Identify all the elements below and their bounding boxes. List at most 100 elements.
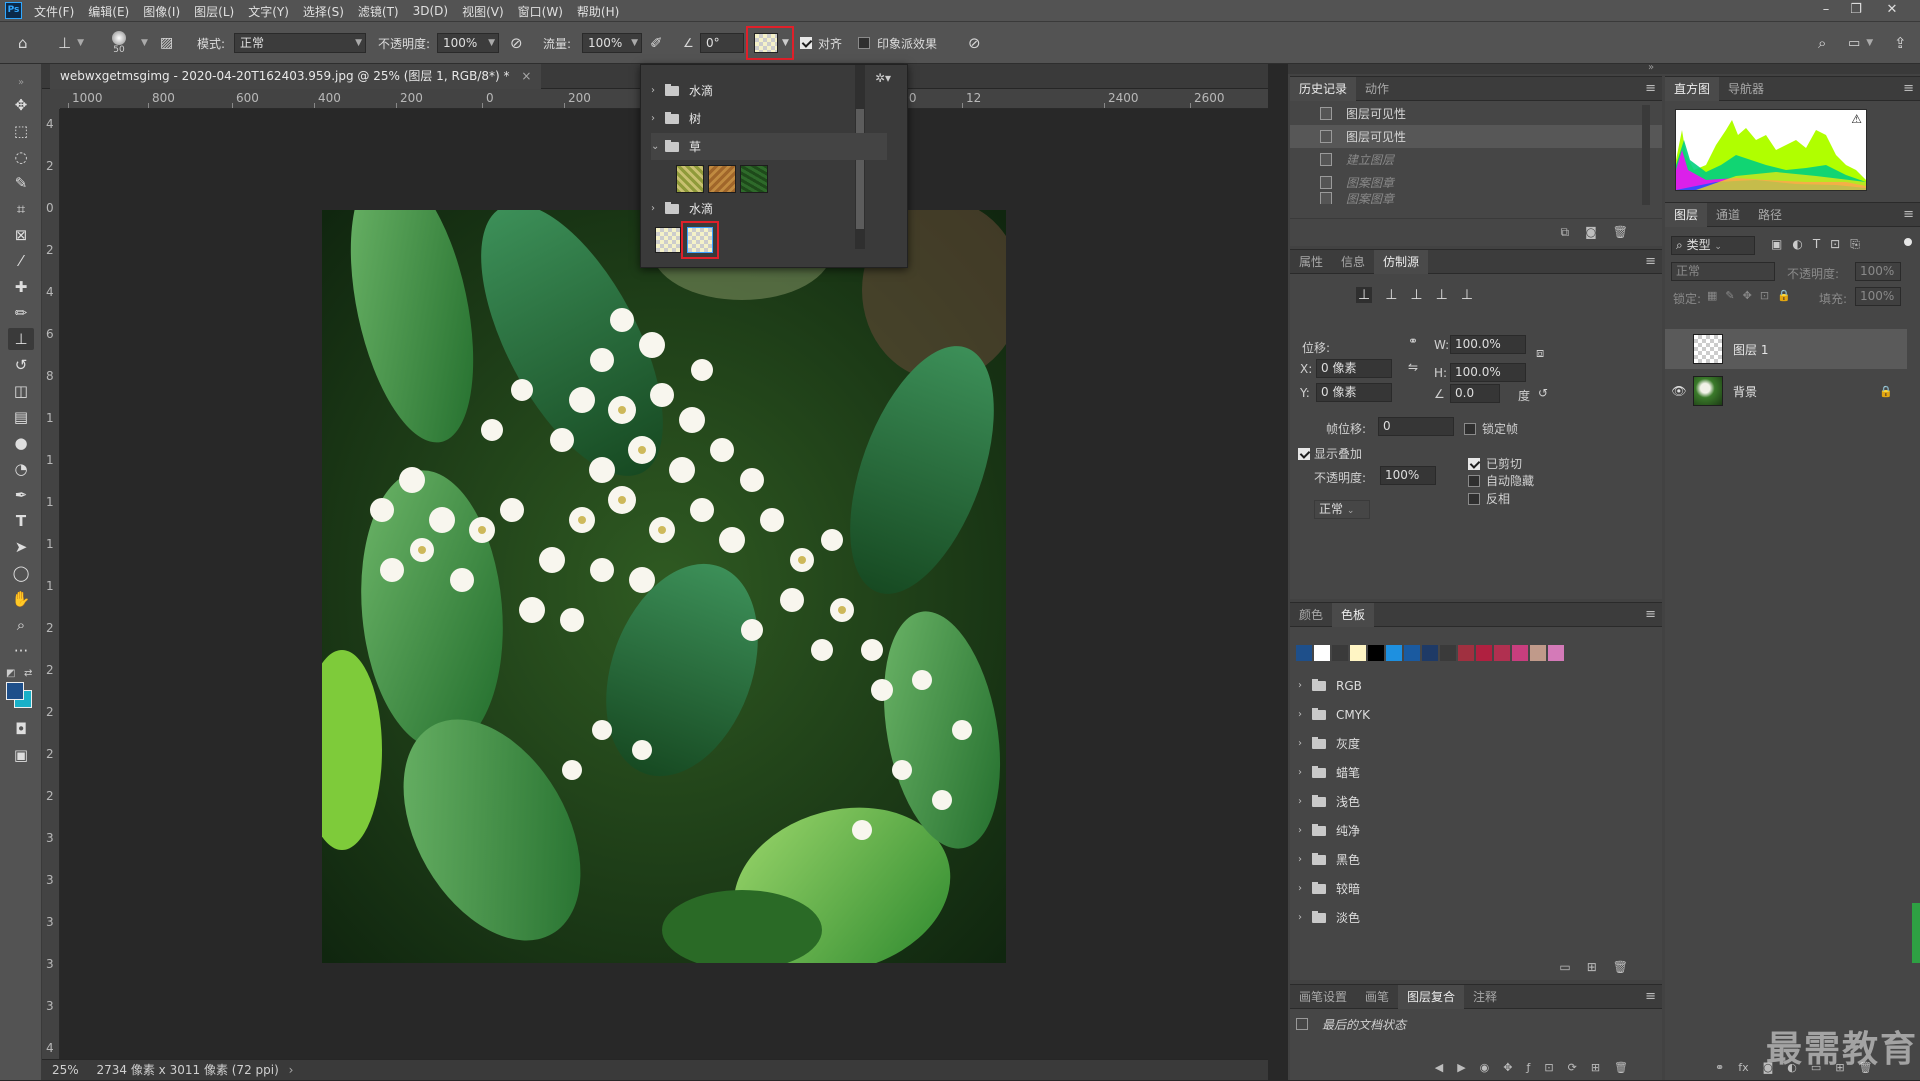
clone-source-1-icon[interactable]: ⊥ [1356, 287, 1373, 303]
color-swatch[interactable] [1530, 645, 1546, 661]
x-offset-input[interactable]: 0 像素 [1316, 359, 1392, 378]
menu-type[interactable]: 文字(Y) [248, 3, 289, 20]
pattern-picker-highlight[interactable]: ▼ [746, 26, 794, 60]
color-swatch[interactable] [1476, 645, 1492, 661]
trash-icon[interactable]: 🗑 [1613, 960, 1628, 974]
grass-pattern-swatch[interactable] [676, 165, 704, 193]
share-icon[interactable]: ⇪ [1894, 22, 1907, 64]
constrain-proportions-icon[interactable]: ⧈ [1536, 346, 1544, 361]
clone-source-4-icon[interactable]: ⊥ [1436, 287, 1448, 303]
fx-comp-icon[interactable]: ƒ [1527, 1061, 1531, 1074]
swatch-group-row[interactable]: › 蜡笔 [1298, 758, 1638, 787]
swatch-group-row[interactable]: › 较暗 [1298, 874, 1638, 903]
height-scale-input[interactable]: 100.0% [1450, 363, 1526, 382]
invert-checkbox[interactable] [1468, 492, 1480, 505]
rotation-input[interactable]: 0.0 [1450, 384, 1500, 403]
blend-mode-select[interactable]: 正常 [1671, 262, 1775, 281]
menu-edit[interactable]: 编辑(E) [88, 3, 129, 20]
history-row[interactable]: 图案图章 [1290, 171, 1662, 194]
new-comp-icon[interactable]: ⊞ [1591, 1061, 1600, 1074]
history-row[interactable]: 建立图层 [1290, 148, 1662, 171]
new-document-from-state-icon[interactable]: ⧉ [1561, 225, 1570, 240]
layer-filter-select[interactable]: ⌕ 类型 ⌄ [1671, 236, 1755, 255]
color-swatch[interactable] [1458, 645, 1474, 661]
pattern-stamp-preset-icon[interactable]: ⊥ ▼ [58, 22, 84, 64]
color-swatch[interactable] [1314, 645, 1330, 661]
tab-properties[interactable]: 属性 [1290, 250, 1332, 274]
eye-icon[interactable]: 👁 [1665, 384, 1693, 398]
previous-comp-icon[interactable]: ◀ [1435, 1061, 1443, 1074]
flow-input[interactable]: 100% ▼ [582, 33, 642, 53]
angle-input[interactable]: 0° [700, 33, 744, 53]
color-swatch[interactable] [1368, 645, 1384, 661]
menu-layer[interactable]: 图层(L) [194, 3, 234, 20]
layer-visibility-empty[interactable] [1665, 329, 1693, 369]
pattern-folder[interactable]: › 树 [651, 105, 887, 132]
eraser-tool-icon[interactable]: ◫ [8, 380, 34, 402]
healing-brush-tool-icon[interactable]: ✚ [8, 276, 34, 298]
panel-menu-icon[interactable]: ≡ [1645, 607, 1656, 622]
pattern-folder[interactable]: › 水滴 [651, 77, 887, 104]
panel-menu-icon[interactable]: ≡ [1903, 81, 1914, 96]
history-row[interactable]: 图层可见性 [1290, 125, 1662, 148]
gradient-tool-icon[interactable]: ▤ [8, 406, 34, 428]
layer-comp-row[interactable]: 最后的文档状态 [1290, 1013, 1650, 1035]
swatch-group-row[interactable]: › CMYK [1298, 700, 1638, 729]
type-tool-icon[interactable]: T [8, 510, 34, 532]
filter-toggle-icon[interactable] [1904, 238, 1912, 246]
lock-position-icon[interactable]: ✥ [1743, 289, 1752, 302]
collapse-panels-icon[interactable]: » [1648, 62, 1654, 73]
impressionist-checkbox[interactable] [858, 37, 870, 49]
fill-input[interactable]: 100% [1855, 287, 1901, 306]
pattern-stamp-tool-icon[interactable]: ⊥ [8, 328, 34, 350]
new-group-icon[interactable]: ▭ [1559, 960, 1570, 974]
color-swatch[interactable] [1332, 645, 1348, 661]
pattern-folder[interactable]: ⌄ 草 [651, 133, 887, 160]
brush-picker-arrow-icon[interactable]: ▼ [141, 22, 148, 64]
selected-pattern-swatch[interactable] [687, 227, 713, 253]
lock-transparency-icon[interactable]: ▦ [1707, 289, 1717, 302]
swatch-group-row[interactable]: › 灰度 [1298, 729, 1638, 758]
y-offset-input[interactable]: 0 像素 [1316, 383, 1392, 402]
grass-pattern-swatch[interactable] [708, 165, 736, 193]
clone-source-5-icon[interactable]: ⊥ [1461, 287, 1473, 303]
pen-tool-icon[interactable]: ✒ [8, 484, 34, 506]
panel-menu-icon[interactable]: ≡ [1645, 989, 1656, 1004]
swatch-group-row[interactable]: › 纯净 [1298, 816, 1638, 845]
zoom-tool-icon[interactable]: ⌕ [8, 614, 34, 636]
tab-layers[interactable]: 图层 [1665, 203, 1708, 227]
hand-tool-icon[interactable]: ✋ [8, 588, 34, 610]
quick-mask-icon[interactable]: ◘ [8, 718, 34, 740]
next-comp-icon[interactable]: ▶ [1457, 1061, 1465, 1074]
width-scale-input[interactable]: 100.0% [1450, 335, 1526, 354]
trash-icon[interactable]: 🗑 [1614, 1061, 1628, 1074]
frame-tool-icon[interactable]: ⊠ [8, 224, 34, 246]
tab-swatches[interactable]: 色板 [1332, 603, 1375, 627]
swatch-group-row[interactable]: › RGB [1298, 671, 1638, 700]
brush-tool-icon[interactable]: ✏ [8, 302, 34, 324]
color-swatch[interactable] [1548, 645, 1564, 661]
panel-menu-icon[interactable]: ≡ [1645, 81, 1656, 96]
screen-mode-icon[interactable]: ▣ [8, 744, 34, 766]
crop-tool-icon[interactable]: ⌗ [8, 198, 34, 220]
tab-notes[interactable]: 注释 [1464, 985, 1506, 1009]
filter-adjustment-icon[interactable]: ◐ [1792, 237, 1802, 252]
history-brush-tool-icon[interactable]: ↺ [8, 354, 34, 376]
more-tools-icon[interactable]: ··· [8, 640, 34, 662]
filter-pixel-icon[interactable]: ▣ [1771, 237, 1782, 252]
overlay-blend-select[interactable]: 正常 ⌄ [1314, 500, 1370, 519]
color-swatch[interactable] [1350, 645, 1366, 661]
clone-source-3-icon[interactable]: ⊥ [1410, 287, 1422, 303]
history-scrollbar[interactable] [1642, 105, 1650, 205]
panel-menu-icon[interactable]: ≡ [1903, 207, 1914, 222]
menu-file[interactable]: 文件(F) [34, 3, 74, 20]
dodge-tool-icon[interactable]: ◔ [8, 458, 34, 480]
collapse-toolbar-icon[interactable]: » [8, 72, 34, 94]
tab-layer-comps[interactable]: 图层复合 [1398, 985, 1465, 1009]
color-swatch[interactable] [1404, 645, 1420, 661]
blur-tool-icon[interactable]: ● [8, 432, 34, 454]
fx-icon[interactable]: fx [1738, 1061, 1748, 1074]
lasso-tool-icon[interactable]: ◌ [8, 146, 34, 168]
home-icon[interactable]: ⌂ [18, 22, 28, 64]
lock-all-icon[interactable]: 🔒 [1777, 289, 1791, 302]
